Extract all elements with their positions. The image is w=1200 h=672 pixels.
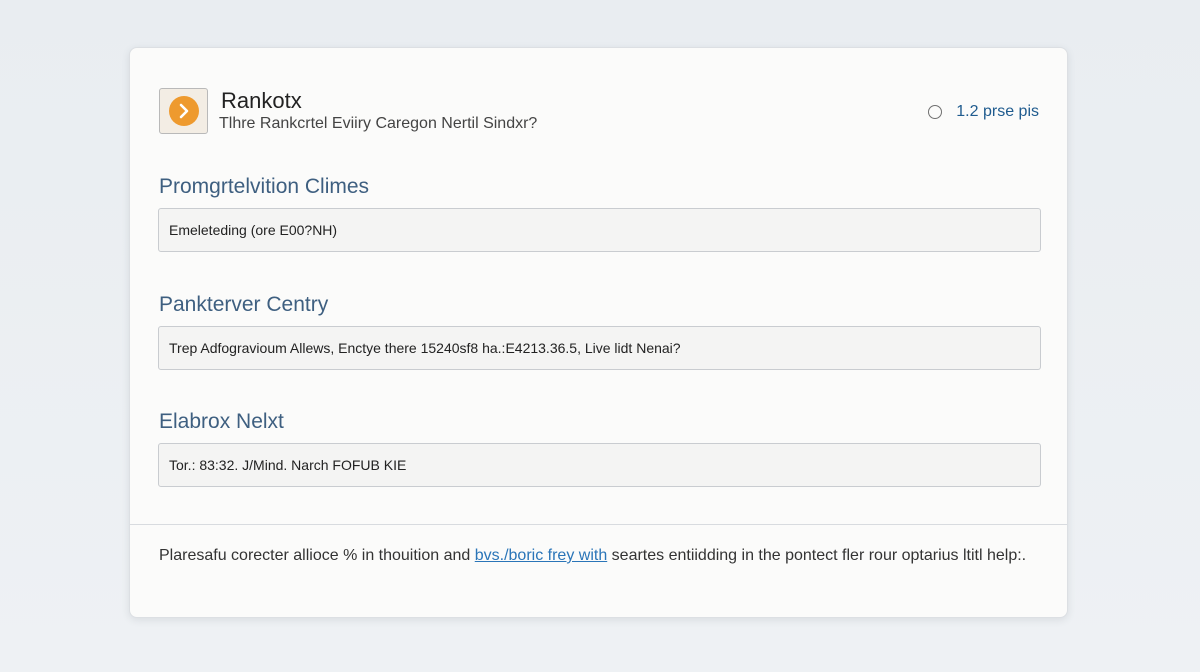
- footer-link[interactable]: bvs./boric frey with: [475, 547, 607, 564]
- field-input-1[interactable]: Emeleteding (ore E00?NH): [158, 208, 1041, 252]
- field-label-3: Elabrox Nelxt: [159, 410, 284, 433]
- field-input-3[interactable]: Tor.: 83:32. J/Mind. Narch FOFUB KIE: [158, 443, 1041, 487]
- radio-icon[interactable]: [928, 105, 943, 119]
- field-input-2[interactable]: Trep Adfogravioum Allews, Enctye there 1…: [158, 326, 1041, 370]
- footer-help-text: Plaresafu corecter allioce % in thouitio…: [159, 544, 1039, 567]
- status-text: 1.2 prse pis: [956, 103, 1039, 120]
- field-label-1: Promgrtelvition Climes: [159, 175, 370, 198]
- footer-divider: [130, 524, 1067, 525]
- footer-text-before: Plaresafu corecter allioce % in thouitio…: [159, 547, 475, 564]
- app-title: Rankotx: [221, 88, 302, 113]
- app-subtitle: Tlhre Rankcrtel Eviiry Caregon Nertil Si…: [219, 115, 538, 132]
- main-card: Rankotx Tlhre Rankcrtel Eviiry Caregon N…: [129, 47, 1068, 618]
- app-logo: [159, 88, 208, 134]
- field-label-2: Pankterver Centry: [159, 293, 329, 316]
- status-indicator[interactable]: 1.2 prse pis: [928, 103, 1039, 121]
- footer-text-after: seartes entiidding in the pontect fler r…: [607, 547, 1027, 564]
- chevron-right-icon: [168, 96, 199, 126]
